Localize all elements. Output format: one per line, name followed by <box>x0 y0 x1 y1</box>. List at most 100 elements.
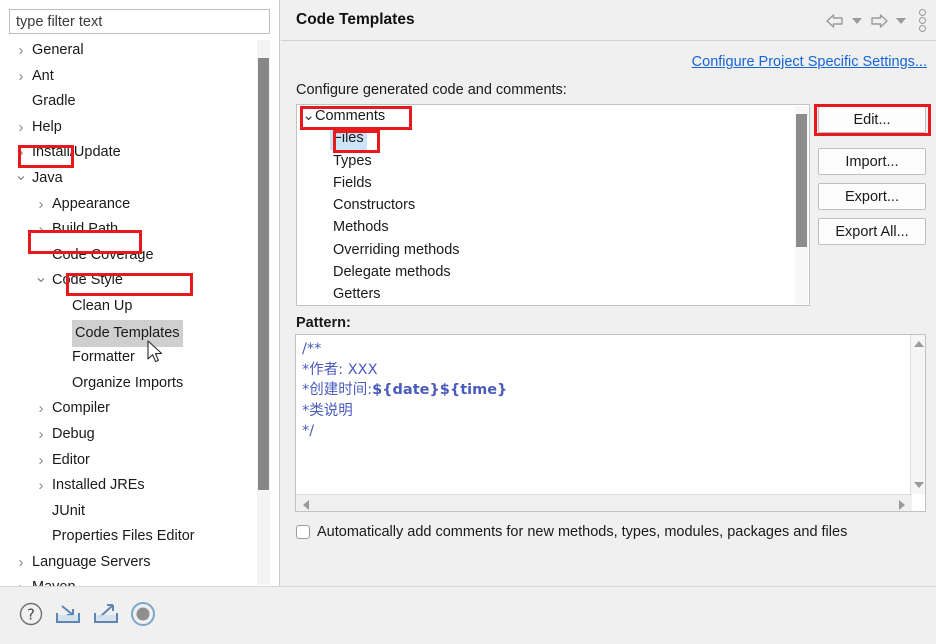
chevron-down-icon[interactable]: ⌄ <box>14 166 28 186</box>
chevron-right-icon[interactable]: › <box>14 115 28 141</box>
auto-comment-checkbox[interactable] <box>296 525 310 539</box>
sidebar-item-properties-files-editor[interactable]: Properties Files Editor <box>0 524 280 550</box>
scroll-up-icon[interactable] <box>914 341 924 347</box>
template-item-types[interactable]: Types <box>297 150 809 172</box>
sidebar-item-general[interactable]: › General <box>0 38 280 64</box>
chevron-right-icon[interactable]: › <box>14 64 28 90</box>
sidebar-item-installed-jres[interactable]: › Installed JREs <box>0 473 280 499</box>
configure-project-specific-settings-link[interactable]: Configure Project Specific Settings... <box>692 54 927 70</box>
kebab-menu-icon[interactable] <box>919 9 926 32</box>
chevron-right-icon[interactable]: › <box>34 473 48 499</box>
export-preferences-icon[interactable] <box>92 601 120 631</box>
content-caption: Configure generated code and comments: <box>296 82 567 98</box>
sidebar-item-code-templates[interactable]: Code Templates <box>0 319 280 348</box>
chevron-right-icon[interactable]: › <box>14 550 28 576</box>
code-templates-tree[interactable]: ⌄Comments Files Types Fields Constructors Met… <box>296 104 810 306</box>
template-item-label: Constructors <box>333 197 416 214</box>
svg-text:?: ? <box>27 606 35 624</box>
code-templates-scrollbar[interactable] <box>795 106 808 305</box>
auto-comment-row[interactable]: Automatically add comments for new metho… <box>296 524 847 540</box>
footer-icons: ? <box>18 601 156 631</box>
chevron-right-icon[interactable]: › <box>14 575 28 586</box>
sidebar-item-label: Editor <box>52 451 90 468</box>
pattern-vertical-scrollbar[interactable] <box>910 335 925 494</box>
arrow-right-icon[interactable] <box>869 13 889 29</box>
sidebar-item-formatter[interactable]: Formatter <box>0 345 280 371</box>
sidebar-item-label: Compiler <box>52 400 111 417</box>
sidebar-item-label: Clean Up <box>72 297 133 314</box>
template-item-methods[interactable]: Methods <box>297 216 809 238</box>
chevron-right-icon[interactable]: › <box>14 38 28 64</box>
sidebar-item-label: Debug <box>52 425 95 442</box>
pattern-textarea[interactable]: /** *作者: XXX *创建时间:${date}${time} *类说明 */ <box>295 334 926 512</box>
arrow-left-icon[interactable] <box>825 13 845 29</box>
sidebar-item-code-style[interactable]: ⌄ Code Style <box>0 268 280 294</box>
pattern-line: *作者: XXX <box>302 361 378 378</box>
sidebar-item-label: Appearance <box>52 195 131 212</box>
template-item-getters[interactable]: Getters <box>297 283 809 305</box>
chevron-right-icon[interactable]: › <box>14 140 28 166</box>
pattern-horizontal-scrollbar[interactable] <box>296 494 912 511</box>
template-item-label: Fields <box>333 174 372 191</box>
template-item-delegate-methods[interactable]: Delegate methods <box>297 261 809 283</box>
sidebar-item-debug[interactable]: › Debug <box>0 422 280 448</box>
sidebar-item-gradle[interactable]: Gradle <box>0 89 280 115</box>
sidebar-item-label: Organize Imports <box>72 374 184 391</box>
sidebar-item-editor[interactable]: › Editor <box>0 448 280 474</box>
sidebar-item-java[interactable]: ⌄ Java <box>0 166 280 192</box>
chevron-right-icon[interactable]: › <box>34 396 48 422</box>
export-all-button[interactable]: Export All... <box>818 218 926 245</box>
sidebar-item-install-update[interactable]: › Install/Update <box>0 140 280 166</box>
chevron-down-icon[interactable]: ⌄ <box>34 268 48 288</box>
sidebar-scrollbar[interactable] <box>257 40 270 585</box>
sidebar-item-appearance[interactable]: › Appearance <box>0 192 280 218</box>
back-history-chevron-down-icon[interactable] <box>852 17 862 24</box>
template-item-overriding-methods[interactable]: Overriding methods <box>297 239 809 261</box>
chevron-right-icon[interactable]: › <box>34 217 48 243</box>
template-item-files[interactable]: Files <box>297 127 809 150</box>
page-title: Code Templates <box>296 11 415 28</box>
chevron-down-icon[interactable]: ⌄ <box>302 105 315 127</box>
sidebar-scrollbar-thumb[interactable] <box>258 58 269 490</box>
template-item-comments[interactable]: ⌄Comments <box>297 105 809 127</box>
sidebar-item-label: Help <box>32 118 62 135</box>
scroll-left-icon[interactable] <box>303 500 309 510</box>
sidebar-item-organize-imports[interactable]: Organize Imports <box>0 371 280 397</box>
sidebar-item-code-coverage[interactable]: Code Coverage <box>0 243 280 269</box>
sidebar-item-build-path[interactable]: › Build Path <box>0 217 280 243</box>
record-icon[interactable] <box>130 601 156 631</box>
sidebar-item-label: Language Servers <box>32 553 151 570</box>
scroll-down-icon[interactable] <box>914 482 924 488</box>
export-button[interactable]: Export... <box>818 183 926 210</box>
content-nav-icons <box>825 9 926 32</box>
sidebar-item-junit[interactable]: JUnit <box>0 499 280 525</box>
help-icon[interactable]: ? <box>18 601 44 631</box>
template-item-constructors[interactable]: Constructors <box>297 194 809 216</box>
template-item-label: Methods <box>333 219 389 236</box>
chevron-right-icon[interactable]: › <box>34 192 48 218</box>
filter-input[interactable] <box>9 9 270 34</box>
sidebar-item-compiler[interactable]: › Compiler <box>0 396 280 422</box>
import-button[interactable]: Import... <box>818 148 926 175</box>
scroll-right-icon[interactable] <box>899 500 905 510</box>
edit-button[interactable]: Edit... <box>818 106 926 133</box>
import-preferences-icon[interactable] <box>54 601 82 631</box>
chevron-right-icon[interactable]: › <box>34 422 48 448</box>
sidebar-tree[interactable]: › General › Ant Gradle › Help › Install/Update ⌄ J… <box>0 38 280 586</box>
auto-comment-label: Automatically add comments for new metho… <box>317 524 848 540</box>
template-item-label: Delegate methods <box>333 264 451 281</box>
preferences-content: Code Templates Configure Project Specifi… <box>281 0 936 586</box>
sidebar-item-clean-up[interactable]: Clean Up <box>0 294 280 320</box>
sidebar-item-maven[interactable]: › Maven <box>0 575 280 586</box>
chevron-right-icon[interactable]: › <box>34 448 48 474</box>
code-templates-scrollbar-thumb[interactable] <box>796 114 807 247</box>
pattern-text: /** *作者: XXX *创建时间:${date}${time} *类说明 */ <box>302 339 507 442</box>
sidebar-item-label: Properties Files Editor <box>52 528 195 545</box>
preferences-sidebar: ›General›AntGradle›Help›Install/Update⌄J… <box>0 0 280 586</box>
pattern-line: /** <box>302 341 322 357</box>
sidebar-item-language-servers[interactable]: › Language Servers <box>0 550 280 576</box>
forward-history-chevron-down-icon[interactable] <box>896 17 906 24</box>
template-item-fields[interactable]: Fields <box>297 172 809 194</box>
sidebar-item-ant[interactable]: › Ant <box>0 64 280 90</box>
sidebar-item-help[interactable]: › Help <box>0 115 280 141</box>
